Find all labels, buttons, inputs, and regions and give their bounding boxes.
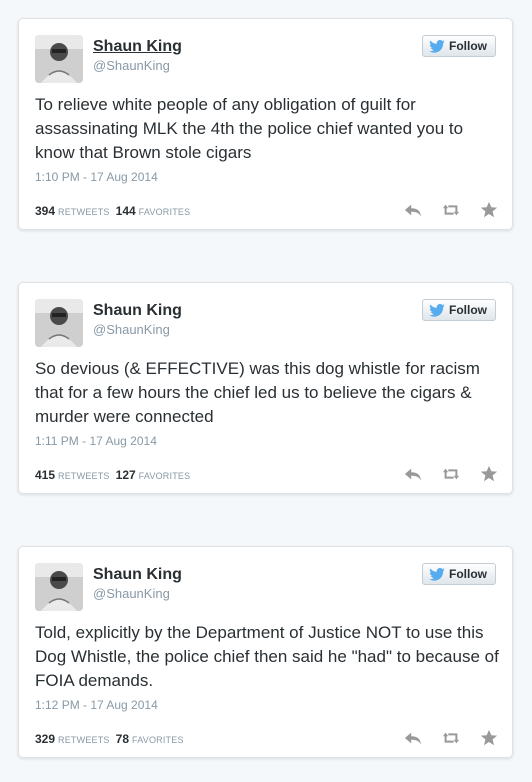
tweet-card: Shaun King @ShaunKing Follow Told, expli…: [18, 546, 513, 758]
tweet-timestamp[interactable]: 1:12 PM - 17 Aug 2014: [35, 698, 158, 712]
author-handle[interactable]: @ShaunKing: [93, 58, 170, 73]
favorites-label: FAVORITES: [132, 735, 184, 745]
tweet-stats: 329 RETWEETS 78 FAVORITES: [35, 732, 184, 746]
follow-button[interactable]: Follow: [422, 563, 496, 585]
follow-label: Follow: [449, 567, 487, 581]
author-name[interactable]: Shaun King: [93, 302, 182, 320]
retweet-icon[interactable]: [442, 201, 460, 219]
retweet-icon[interactable]: [442, 729, 460, 747]
avatar-photo: [35, 563, 83, 611]
tweet-stats: 394 RETWEETS 144 FAVORITES: [35, 204, 190, 218]
avatar[interactable]: [35, 299, 83, 347]
avatar-photo: [35, 35, 83, 83]
retweet-icon[interactable]: [442, 465, 460, 483]
favorites-label: FAVORITES: [138, 471, 191, 481]
star-icon[interactable]: [480, 729, 498, 747]
favorites-stat[interactable]: 144 FAVORITES: [116, 204, 191, 218]
retweets-count: 394: [35, 204, 56, 218]
follow-button[interactable]: Follow: [422, 35, 496, 57]
favorites-label: FAVORITES: [138, 207, 191, 217]
tweet-text: So devious (& EFFECTIVE) was this dog wh…: [35, 359, 480, 426]
retweets-count: 415: [35, 468, 56, 482]
follow-label: Follow: [449, 303, 487, 317]
author-handle[interactable]: @ShaunKing: [93, 322, 170, 337]
follow-label: Follow: [449, 39, 487, 53]
tweet-text: Told, explicitly by the Department of Ju…: [35, 623, 499, 690]
star-icon[interactable]: [480, 201, 498, 219]
star-icon[interactable]: [480, 465, 498, 483]
retweets-stat[interactable]: 329 RETWEETS: [35, 732, 110, 746]
tweet-feed: Shaun King @ShaunKing Follow To relieve …: [0, 0, 532, 782]
tweet-timestamp[interactable]: 1:10 PM - 17 Aug 2014: [35, 170, 158, 184]
tweet-actions: [404, 201, 498, 219]
follow-button[interactable]: Follow: [422, 299, 496, 321]
tweet-card: Shaun King @ShaunKing Follow To relieve …: [18, 18, 513, 230]
twitter-bird-icon: [429, 567, 445, 581]
tweet-timestamp[interactable]: 1:11 PM - 17 Aug 2014: [35, 434, 157, 448]
tweet-text: To relieve white people of any obligatio…: [35, 95, 464, 162]
author-name[interactable]: Shaun King: [93, 566, 182, 584]
twitter-bird-icon: [429, 39, 445, 53]
retweets-stat[interactable]: 415 RETWEETS: [35, 468, 110, 482]
favorites-stat[interactable]: 78 FAVORITES: [116, 732, 184, 746]
tweet-card: Shaun King @ShaunKing Follow So devious …: [18, 282, 513, 494]
avatar[interactable]: [35, 35, 83, 83]
reply-icon[interactable]: [404, 201, 422, 219]
avatar-photo: [35, 299, 83, 347]
favorites-count: 78: [115, 732, 129, 746]
tweet-actions: [404, 465, 498, 483]
favorites-count: 127: [115, 468, 136, 482]
favorites-count: 144: [115, 204, 136, 218]
author-name[interactable]: Shaun King: [93, 38, 182, 56]
retweets-label: RETWEETS: [58, 471, 110, 481]
retweets-count: 329: [35, 732, 56, 746]
tweet-stats: 415 RETWEETS 127 FAVORITES: [35, 468, 190, 482]
retweets-label: RETWEETS: [58, 735, 110, 745]
reply-icon[interactable]: [404, 729, 422, 747]
twitter-bird-icon: [429, 303, 445, 317]
retweets-stat[interactable]: 394 RETWEETS: [35, 204, 110, 218]
author-handle[interactable]: @ShaunKing: [93, 586, 170, 601]
favorites-stat[interactable]: 127 FAVORITES: [116, 468, 191, 482]
avatar[interactable]: [35, 563, 83, 611]
reply-icon[interactable]: [404, 465, 422, 483]
retweets-label: RETWEETS: [58, 207, 110, 217]
tweet-actions: [404, 729, 498, 747]
